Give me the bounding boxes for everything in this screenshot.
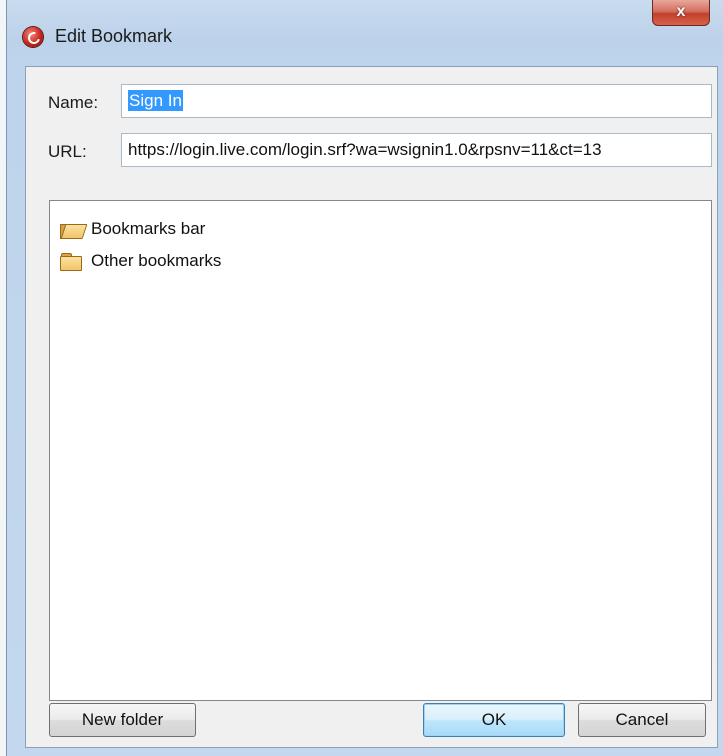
cancel-button[interactable]: Cancel: [578, 703, 706, 737]
dialog-body: Name: Sign In URL: https://login.live.co…: [25, 66, 718, 748]
close-button[interactable]: x: [652, 0, 710, 26]
name-label: Name:: [48, 93, 99, 112]
title-bar[interactable]: Edit Bookmark x: [7, 0, 723, 66]
ok-button[interactable]: OK: [423, 703, 565, 737]
tree-item-label: Bookmarks bar: [91, 219, 206, 238]
folder-open-icon: [60, 221, 88, 239]
edit-bookmark-dialog: Edit Bookmark x Name: Sign In URL: https…: [6, 0, 723, 756]
name-field[interactable]: Sign In: [121, 84, 712, 118]
dialog-title: Edit Bookmark: [55, 26, 173, 46]
url-label: URL:: [48, 142, 87, 161]
tree-item-label: Other bookmarks: [91, 251, 222, 270]
new-folder-button[interactable]: New folder: [49, 703, 196, 737]
tree-item-bookmarks-bar[interactable]: Bookmarks bar: [60, 215, 205, 243]
name-field-value: Sign In: [128, 90, 183, 111]
url-field[interactable]: https://login.live.com/login.srf?wa=wsig…: [121, 133, 712, 167]
url-field-value: https://login.live.com/login.srf?wa=wsig…: [128, 140, 602, 159]
app-logo-icon: [23, 27, 43, 47]
tree-item-other-bookmarks[interactable]: Other bookmarks: [60, 247, 221, 275]
bookmark-folder-tree[interactable]: Bookmarks bar Other bookmarks: [49, 200, 712, 701]
folder-icon: [60, 253, 82, 271]
